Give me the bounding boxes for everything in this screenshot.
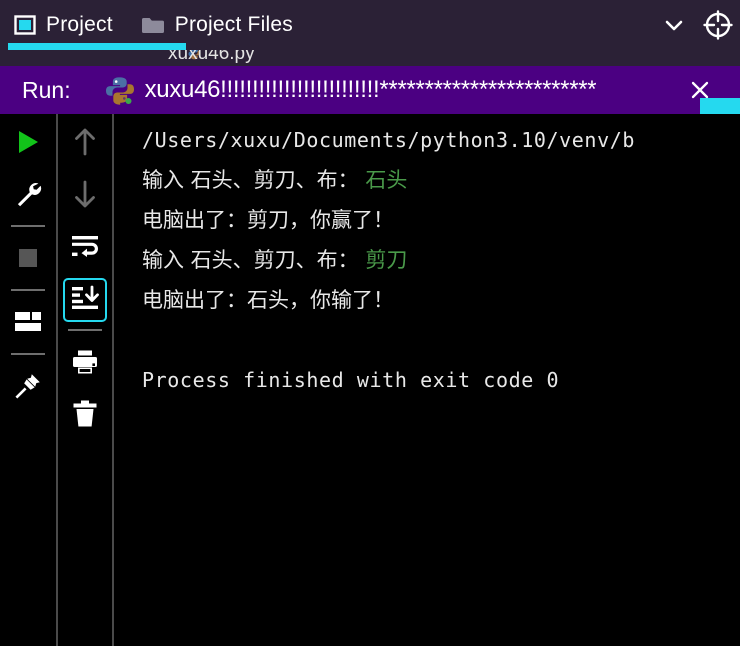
console-prompt-text: 输入 石头、剪刀、布： bbox=[142, 168, 366, 192]
clear-all-button[interactable] bbox=[63, 394, 107, 438]
pycharm-run-window: Project Project Files xuxu46.py Run: xux… bbox=[0, 0, 740, 646]
scroll-up-button[interactable] bbox=[63, 122, 107, 166]
console-prompt-text: 输入 石头、剪刀、布： bbox=[142, 248, 366, 272]
editor-row-behind-label: xuxu46.py bbox=[168, 50, 255, 64]
console-prompt-text: 电脑出了：剪刀，你赢了！ bbox=[142, 208, 394, 232]
folder-icon bbox=[141, 15, 165, 35]
console-user-input: 石头 bbox=[365, 168, 408, 192]
console-user-input: 剪刀 bbox=[365, 248, 408, 272]
scroll-to-end-icon bbox=[70, 285, 100, 316]
crosshair-target-icon[interactable] bbox=[696, 0, 740, 50]
chevron-down-icon[interactable] bbox=[652, 0, 696, 50]
debug-settings-button[interactable] bbox=[6, 174, 50, 218]
project-module-icon bbox=[14, 14, 36, 36]
pin-tab-button[interactable] bbox=[6, 366, 50, 410]
toolbar-divider bbox=[68, 329, 102, 331]
console-line: 输入 石头、剪刀、布： 石头 bbox=[116, 160, 740, 200]
console-prompt-text: 电脑出了：石头，你输了！ bbox=[142, 288, 394, 312]
stop-button[interactable] bbox=[6, 238, 50, 282]
python-file-icon bbox=[105, 75, 135, 105]
console-line: /Users/xuxu/Documents/python3.10/venv/b bbox=[142, 128, 635, 152]
layout-grid-icon bbox=[14, 310, 42, 339]
play-triangle-icon bbox=[14, 128, 42, 161]
editor-row-behind: xuxu46.py bbox=[0, 50, 740, 66]
run-actions-toolbar bbox=[0, 114, 58, 646]
trash-icon bbox=[72, 400, 98, 433]
printer-icon bbox=[71, 349, 99, 380]
tab-project-files[interactable]: Project Files bbox=[127, 0, 307, 50]
stop-square-icon bbox=[15, 245, 41, 276]
arrow-up-icon bbox=[72, 127, 98, 162]
horizontal-scrollbar-thumb[interactable] bbox=[700, 98, 740, 114]
arrow-down-icon bbox=[72, 179, 98, 214]
soft-wrap-button[interactable] bbox=[63, 226, 107, 270]
run-window-label: Run: bbox=[22, 76, 71, 103]
console-line: 输入 石头、剪刀、布： 剪刀 bbox=[116, 240, 740, 280]
tab-project-label: Project bbox=[46, 13, 113, 36]
tab-project-files-label: Project Files bbox=[174, 13, 293, 36]
console-output[interactable]: /Users/xuxu/Documents/python3.10/venv/b … bbox=[116, 114, 740, 646]
soft-wrap-icon bbox=[70, 234, 100, 263]
console-line: 电脑出了：石头，你输了！ bbox=[116, 280, 740, 320]
tab-project[interactable]: Project bbox=[0, 0, 186, 50]
console-line: 电脑出了：剪刀，你赢了！ bbox=[116, 200, 740, 240]
console-exit-line: Process finished with exit code 0 bbox=[142, 368, 560, 392]
tool-window-tabbar: Project Project Files bbox=[0, 0, 740, 50]
scroll-down-button[interactable] bbox=[63, 174, 107, 218]
layout-button[interactable] bbox=[6, 302, 50, 346]
run-configuration-title: xuxu46!!!!!!!!!!!!!!!!!!!!!!!!!*********… bbox=[144, 76, 597, 103]
toolbar-divider bbox=[11, 353, 45, 355]
scroll-to-end-button[interactable] bbox=[63, 278, 107, 322]
toolbar-divider bbox=[11, 289, 45, 291]
run-window-body: /Users/xuxu/Documents/python3.10/venv/b … bbox=[0, 114, 740, 646]
toolbar-divider bbox=[11, 225, 45, 227]
run-button[interactable] bbox=[6, 122, 50, 166]
pin-icon bbox=[14, 372, 42, 405]
run-window-header: Run: xuxu46!!!!!!!!!!!!!!!!!!!!!!!!!****… bbox=[0, 66, 740, 114]
print-button[interactable] bbox=[63, 342, 107, 386]
wrench-icon bbox=[14, 180, 42, 213]
console-actions-toolbar bbox=[58, 114, 114, 646]
